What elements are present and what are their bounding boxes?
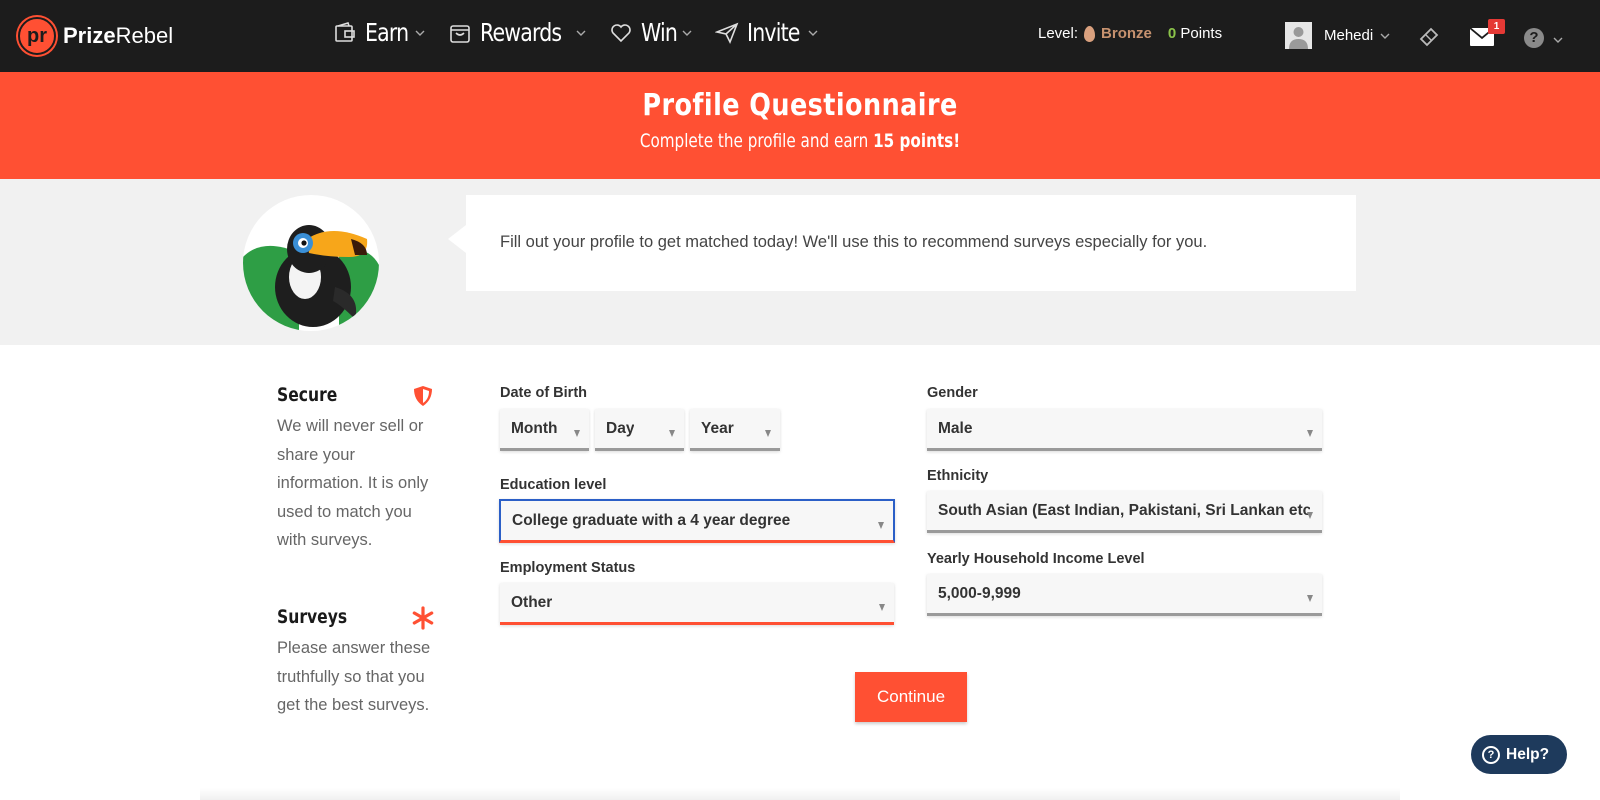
dropdown-arrow-icon — [669, 430, 675, 438]
secure-title: Secure — [277, 384, 338, 406]
logo-text: PrizeRebel — [63, 23, 174, 48]
continue-button[interactable]: Continue — [855, 672, 967, 722]
dropdown-arrow-icon — [574, 430, 580, 438]
gift-box-icon — [450, 24, 470, 43]
dob-month-value: Month — [511, 419, 558, 437]
dob-label: Date of Birth — [500, 385, 587, 401]
user-menu[interactable]: Mehedi — [1285, 22, 1391, 49]
username: Mehedi — [1324, 27, 1374, 44]
chevron-down-icon — [808, 30, 818, 36]
prizerebel-logo[interactable]: pr PrizeRebel — [18, 17, 173, 55]
page-title: Profile Questionnaire — [642, 88, 958, 123]
logo-mark: pr — [18, 17, 56, 55]
employment-select[interactable]: Other — [500, 583, 894, 625]
employment-label: Employment Status — [500, 560, 636, 576]
employment-value: Other — [511, 593, 553, 611]
surveys-title: Surveys — [277, 606, 348, 628]
income-select[interactable]: 5,000-9,999 — [927, 574, 1322, 616]
points-display: 0 Points — [1167, 25, 1223, 42]
help-icon[interactable]: ? — [1524, 28, 1544, 48]
dropdown-arrow-icon — [1307, 595, 1313, 603]
gender-select[interactable]: Male — [927, 409, 1322, 451]
nav-earn[interactable]: Earn — [333, 18, 426, 47]
top-navigation-bar: pr PrizeRebel Earn Rewards Win Invite Le… — [0, 0, 1600, 72]
bronze-medal-icon — [1084, 25, 1096, 42]
notification-badge: 1 — [1488, 19, 1505, 34]
ticket-icon[interactable] — [1418, 26, 1440, 48]
income-value: 5,000-9,999 — [938, 584, 1021, 602]
nav-earn-label: Earn — [365, 18, 409, 47]
education-label: Education level — [500, 477, 607, 493]
gender-value: Male — [938, 419, 973, 437]
secure-note: Secure We will never sell or share your … — [277, 384, 437, 555]
dob-day-select[interactable]: Day — [595, 409, 684, 451]
asterisk-icon — [412, 606, 434, 630]
education-value: College graduate with a 4 year degree — [512, 511, 791, 529]
surveys-note: Surveys Please answer these truthfully s… — [277, 606, 437, 720]
nav-invite-label: Invite — [746, 18, 800, 47]
dob-year-select[interactable]: Year — [690, 409, 780, 451]
ethnicity-select[interactable]: South Asian (East Indian, Pakistani, Sri… — [927, 491, 1322, 533]
dropdown-arrow-icon — [878, 522, 884, 530]
questionnaire-banner: Profile Questionnaire Complete the profi… — [0, 72, 1600, 179]
main-nav: Earn Rewards Win Invite — [333, 18, 841, 47]
dob-year-value: Year — [701, 419, 734, 437]
ethnicity-label: Ethnicity — [927, 468, 989, 484]
nav-win[interactable]: Win — [609, 18, 693, 47]
question-circle-icon: ? — [1482, 745, 1500, 764]
nav-rewards[interactable]: Rewards — [448, 18, 587, 47]
dropdown-arrow-icon — [879, 604, 885, 612]
level-label: Level: — [1038, 25, 1079, 42]
level-value: Bronze — [1101, 25, 1152, 42]
member-level[interactable]: Level: Bronze 0 Points — [1038, 25, 1222, 42]
nav-invite[interactable]: Invite — [714, 18, 819, 47]
dropdown-arrow-icon — [1307, 430, 1313, 438]
nav-win-label: Win — [640, 18, 678, 47]
nav-rewards-label: Rewards — [479, 18, 562, 47]
gender-label: Gender — [927, 385, 978, 401]
secure-text: We will never sell or share your informa… — [277, 417, 429, 549]
chevron-down-icon — [415, 30, 425, 36]
dob-month-select[interactable]: Month — [500, 409, 589, 451]
education-select[interactable]: College graduate with a 4 year degree — [499, 499, 895, 543]
surveys-text: Please answer these truthfully so that y… — [277, 639, 431, 714]
dob-day-value: Day — [606, 419, 635, 437]
dropdown-arrow-icon — [765, 430, 771, 438]
footer-divider — [200, 788, 1400, 800]
page-subtitle: Complete the profile and earn 15 points! — [639, 130, 961, 152]
avatar — [1285, 22, 1312, 49]
chevron-down-icon — [576, 30, 586, 36]
dropdown-arrow-icon — [1307, 512, 1313, 520]
chevron-down-icon — [1380, 33, 1390, 39]
wallet-icon — [335, 21, 355, 42]
shield-icon — [414, 386, 432, 406]
heart-icon — [611, 23, 631, 42]
intro-message: Fill out your profile to get matched tod… — [500, 233, 1208, 251]
chevron-down-icon — [1553, 37, 1563, 43]
toucan-mascot-image — [243, 195, 379, 331]
help-chat-button[interactable]: ? Help? — [1471, 735, 1567, 774]
ethnicity-value: South Asian (East Indian, Pakistani, Sri… — [938, 501, 1310, 519]
chevron-down-icon — [682, 30, 692, 36]
user-silhouette-icon — [1289, 27, 1308, 49]
income-label: Yearly Household Income Level — [927, 551, 1145, 567]
help-chat-label: Help? — [1506, 745, 1550, 763]
paper-plane-icon — [714, 22, 739, 44]
intro-speech-bubble: Fill out your profile to get matched tod… — [448, 195, 1356, 291]
